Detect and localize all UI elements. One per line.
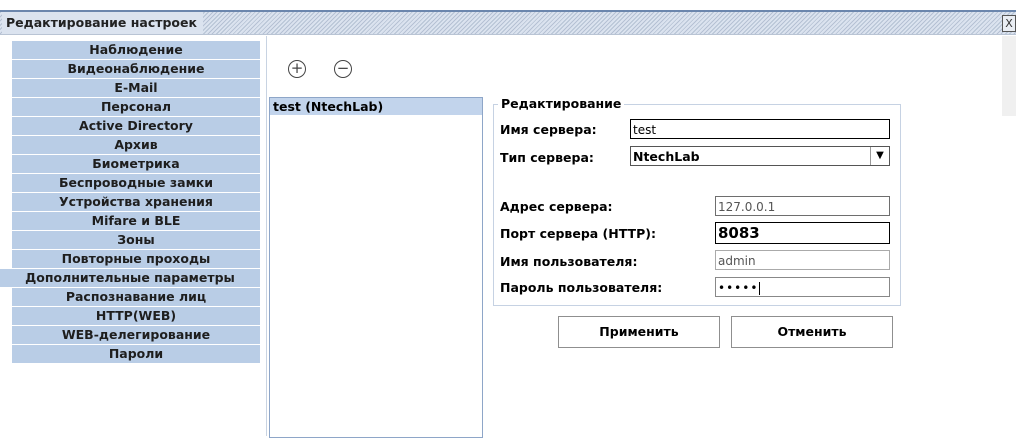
settings-sidebar: Наблюдение Видеонаблюдение E-Mail Персон… — [0, 41, 262, 364]
sidebar-item-web-delegation[interactable]: WEB-делегирование — [12, 326, 260, 345]
text-caret — [759, 282, 761, 295]
sidebar-item-archive[interactable]: Архив — [12, 136, 260, 155]
sidebar-item-video[interactable]: Видеонаблюдение — [12, 60, 260, 79]
sidebar-item-observation[interactable]: Наблюдение — [12, 41, 260, 60]
sidebar-item-active-directory[interactable]: Active Directory — [12, 117, 260, 136]
plus-circle-icon[interactable]: + — [288, 60, 306, 78]
sidebar-item-repeat-passes[interactable]: Повторные проходы — [12, 250, 260, 269]
server-type-select[interactable]: NtechLab ▼ — [630, 146, 890, 166]
username-label: Имя пользователя: — [500, 254, 638, 269]
server-port-field[interactable]: 8083 — [715, 222, 890, 244]
edit-group-legend: Редактирование — [498, 96, 625, 111]
sidebar-item-personnel[interactable]: Персонал — [12, 98, 260, 117]
server-name-label: Имя сервера: — [500, 122, 597, 137]
window-title: Редактирование настроек — [2, 12, 203, 34]
chevron-down-icon[interactable]: ▼ — [870, 147, 889, 165]
apply-button[interactable]: Применить — [558, 316, 720, 348]
sidebar-item-wireless-locks[interactable]: Беспроводные замки — [12, 174, 260, 193]
sidebar-item-face-recognition[interactable]: Распознавание лиц — [12, 288, 260, 307]
sidebar-item-mifare-ble[interactable]: Mifare и BLE — [12, 212, 260, 231]
server-address-label: Адрес сервера: — [500, 199, 613, 214]
close-icon[interactable]: X — [1002, 15, 1016, 32]
password-label: Пароль пользователя: — [500, 280, 663, 295]
server-type-value: NtechLab — [633, 149, 700, 164]
sidebar-item-http-web[interactable]: HTTP(WEB) — [12, 307, 260, 326]
list-item[interactable]: test (NtechLab) — [270, 98, 482, 115]
password-value: ••••• — [718, 281, 759, 295]
sidebar-item-zones[interactable]: Зоны — [12, 231, 260, 250]
server-type-label: Тип сервера: — [500, 150, 594, 165]
panel-divider — [266, 36, 267, 436]
sidebar-item-additional-params[interactable]: Дополнительные параметры — [0, 269, 260, 288]
server-list[interactable]: test (NtechLab) — [269, 97, 483, 438]
sidebar-item-email[interactable]: E-Mail — [12, 79, 260, 98]
window-titlebar[interactable]: Редактирование настроек X — [0, 12, 1016, 35]
server-name-field[interactable]: test — [630, 119, 890, 139]
sidebar-item-passwords[interactable]: Пароли — [12, 345, 260, 364]
sidebar-item-biometrics[interactable]: Биометрика — [12, 155, 260, 174]
password-field[interactable]: ••••• — [715, 277, 890, 297]
server-port-label: Порт сервера (HTTP): — [500, 226, 656, 241]
scrollbar[interactable] — [1002, 36, 1016, 116]
cancel-button[interactable]: Отменить — [731, 316, 893, 348]
sidebar-item-storage-devices[interactable]: Устройства хранения — [12, 193, 260, 212]
server-address-field[interactable]: 127.0.0.1 — [715, 196, 890, 216]
minus-circle-icon[interactable]: − — [334, 60, 352, 78]
username-field[interactable]: admin — [715, 250, 890, 270]
